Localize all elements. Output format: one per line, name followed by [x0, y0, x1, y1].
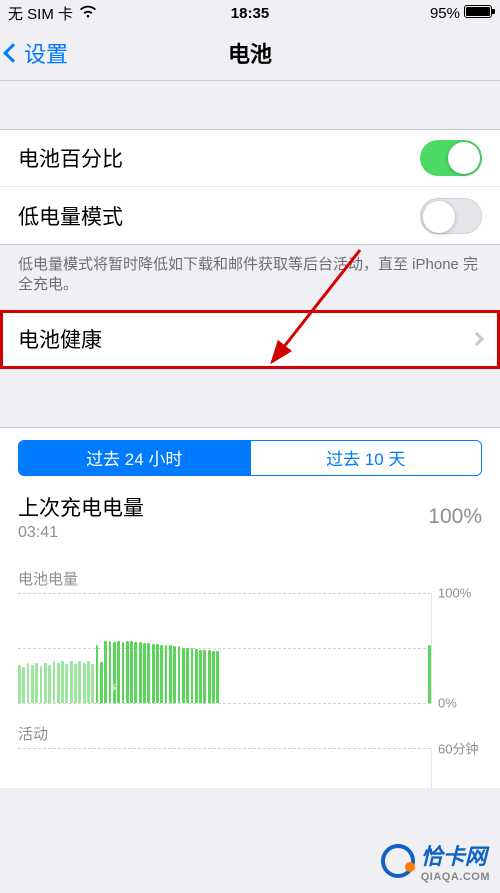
battery-level-chart: 电池电量 ⚡︎ 100% 0%: [0, 552, 500, 703]
row-low-power-mode[interactable]: 低电量模式: [0, 187, 500, 244]
chart-title: 活动: [18, 723, 482, 744]
status-time: 18:35: [169, 5, 330, 22]
back-label: 设置: [24, 37, 68, 69]
row-battery-percentage[interactable]: 电池百分比: [0, 130, 500, 187]
watermark: 恰卡网 QIAQA.COM: [381, 839, 490, 883]
battery-percentage-switch[interactable]: [420, 140, 482, 176]
last-charge-row: 上次充电电量 03:41 100%: [0, 476, 500, 552]
tab-10d[interactable]: 过去 10 天: [250, 441, 482, 475]
y-label-60min: 60分钟: [438, 738, 478, 757]
nav-bar: 设置 电池: [0, 26, 500, 81]
tab-24h[interactable]: 过去 24 小时: [19, 441, 250, 475]
last-charge-title: 上次充电电量: [18, 492, 428, 522]
activity-chart: 活动 60分钟: [0, 703, 500, 788]
time-range-segmented[interactable]: 过去 24 小时 过去 10 天: [18, 440, 482, 476]
carrier-text: 无 SIM 卡: [8, 3, 73, 24]
status-bar: 无 SIM 卡 18:35 95%: [0, 0, 500, 26]
y-label-0: 0%: [438, 695, 457, 710]
back-button[interactable]: 设置: [0, 37, 68, 69]
row-battery-health[interactable]: 电池健康: [0, 311, 500, 368]
row-label: 电池百分比: [18, 143, 420, 173]
page-title: 电池: [0, 37, 500, 69]
last-charge-time: 03:41: [18, 524, 428, 542]
last-charge-value: 100%: [428, 505, 482, 529]
watermark-logo-icon: [381, 844, 415, 878]
y-label-100: 100%: [438, 585, 471, 600]
battery-percent-text: 95%: [430, 5, 460, 22]
usage-section: 过去 24 小时 过去 10 天 上次充电电量 03:41 100% 电池电量 …: [0, 427, 500, 788]
watermark-name: 恰卡网: [421, 839, 490, 871]
row-label: 低电量模式: [18, 201, 420, 231]
row-label: 电池健康: [18, 324, 472, 354]
settings-group-health: 电池健康: [0, 310, 500, 369]
settings-group-1: 电池百分比 低电量模式: [0, 129, 500, 245]
charging-bolt-icon: ⚡︎: [109, 680, 119, 697]
watermark-url: QIAQA.COM: [421, 871, 490, 883]
chevron-right-icon: [470, 332, 484, 346]
wifi-icon: [79, 5, 97, 22]
chart-title: 电池电量: [18, 568, 482, 589]
chevron-left-icon: [3, 43, 23, 63]
low-power-switch[interactable]: [420, 198, 482, 234]
battery-icon: [464, 5, 492, 22]
low-power-footer: 低电量模式将暂时降低如下载和邮件获取等后台活动，直至 iPhone 完全充电。: [0, 245, 500, 310]
